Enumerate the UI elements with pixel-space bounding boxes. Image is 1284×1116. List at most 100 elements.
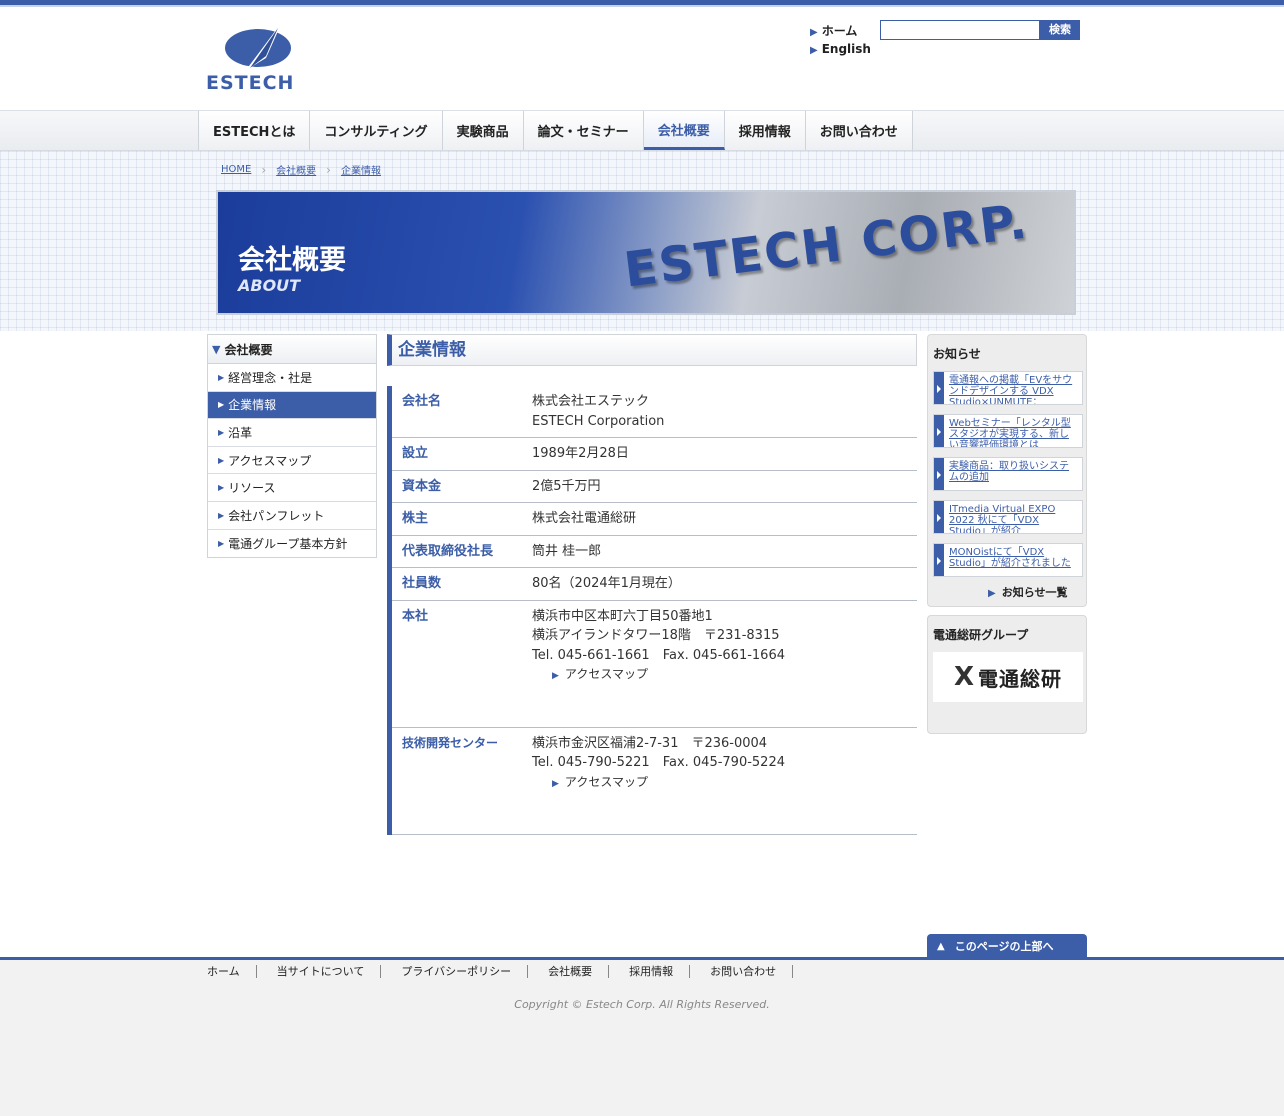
triangle-right-icon: ▶ xyxy=(218,455,225,465)
banner-corp-text: ESTECH CORP. xyxy=(621,193,1032,299)
breadcrumb-company[interactable]: 会社概要 xyxy=(276,162,316,177)
home-link[interactable]: ▶ ホーム xyxy=(810,22,857,39)
breadcrumb-home[interactable]: HOME xyxy=(221,164,251,175)
dentsu-soken-x-icon: X xyxy=(953,662,975,692)
sub-nav-item-label: アクセスマップ xyxy=(228,453,312,468)
triangle-right-icon: ▶ xyxy=(218,427,225,437)
nav-item-papers[interactable]: 論文・セミナー xyxy=(523,111,644,150)
search-input[interactable] xyxy=(880,20,1040,40)
info-label: 資本金 xyxy=(402,478,442,494)
info-line: Tel. 045-790-5221 Fax. 045-790-5224 xyxy=(532,755,785,770)
sub-nav-item-label: 会社パンフレット xyxy=(228,508,325,523)
nav-item-company[interactable]: 会社概要 xyxy=(643,111,725,150)
info-value: 株式会社電通総研 xyxy=(532,511,637,526)
info-label: 本社 xyxy=(402,608,429,624)
info-label: 株主 xyxy=(402,511,429,526)
section-title: 企業情報 xyxy=(387,334,917,366)
news-item[interactable]: 電通報への掲載「EVをサウンドデザインする VDX Studio×UNMUTE： xyxy=(933,371,1083,405)
info-line: 株式会社エステック xyxy=(532,394,650,409)
dentsu-soken-logo[interactable]: X 電通総研 xyxy=(933,652,1083,702)
info-label: 設立 xyxy=(402,446,429,461)
info-row-established: 設立 1989年2月28日 xyxy=(392,438,917,471)
sub-nav-item-history[interactable]: ▶ 沿革 xyxy=(208,419,376,447)
access-map-link-tech[interactable]: ▶ アクセスマップ xyxy=(552,773,785,795)
footer-link-recruit[interactable]: 採用情報 xyxy=(629,965,691,978)
triangle-right-icon: ▶ xyxy=(810,45,818,56)
search-button[interactable]: 検索 xyxy=(1040,20,1080,40)
english-link[interactable]: ▶ English xyxy=(810,42,871,56)
news-item-text: Webセミナー「レンタル型スタジオが実現する、新しい音響評価環境とは xyxy=(949,418,1071,447)
nav-item-about-estech[interactable]: ESTECHとは xyxy=(199,111,311,150)
sub-nav-heading-label: 会社概要 xyxy=(224,342,273,357)
group-logo-name: 電通総研 xyxy=(978,666,1063,691)
info-value: 2億5千万円 xyxy=(532,478,601,494)
sub-nav: ▼ 会社概要 ▶ 経営理念・社是 ▶ 企業情報 ▶ 沿革 ▶ アクセスマップ ▶ リソース … xyxy=(207,334,377,559)
footer-link-about-site[interactable]: 当サイトについて xyxy=(277,965,382,978)
info-row-capital: 資本金 2億5千万円 xyxy=(392,471,917,503)
triangle-right-icon: ▶ xyxy=(218,510,225,520)
sub-nav-item-company-info[interactable]: ▶ 企業情報 xyxy=(208,391,376,420)
footer-link-privacy[interactable]: プライバシーポリシー xyxy=(401,965,529,978)
news-panel: お知らせ 電通報への掲載「EVをサウンドデザインする VDX Studio×UN… xyxy=(927,334,1087,607)
footer-link-contact[interactable]: お問い合わせ xyxy=(710,965,794,978)
info-value: 株式会社エステック ESTECH Corporation xyxy=(532,392,664,431)
nav-item-recruit[interactable]: 採用情報 xyxy=(724,111,806,150)
access-map-link-hq[interactable]: ▶ アクセスマップ xyxy=(552,665,785,687)
sub-nav-item-label: 電通グループ基本方針 xyxy=(228,536,348,551)
group-panel: 電通総研グループ X 電通総研 xyxy=(927,615,1087,734)
news-item[interactable]: Webセミナー「レンタル型スタジオが実現する、新しい音響評価環境とは xyxy=(933,414,1083,448)
copyright: Copyright © Estech Corp. All Rights Rese… xyxy=(514,998,770,1011)
sub-nav-item-philosophy[interactable]: ▶ 経営理念・社是 xyxy=(208,364,376,392)
page-banner: 会社概要 ABOUT ESTECH CORP. xyxy=(216,190,1076,315)
group-title: 電通総研グループ xyxy=(933,628,1029,642)
global-nav: ESTECHとは コンサルティング 実験商品 論文・セミナー 会社概要 採用情報… xyxy=(198,111,913,150)
access-map-label: アクセスマップ xyxy=(564,774,648,789)
banner-title: 会社概要 xyxy=(238,245,346,276)
triangle-right-icon: ▶ xyxy=(218,483,225,493)
info-value: 横浜市中区本町六丁目50番地1 横浜アイランドタワー18階 〒231-8315 … xyxy=(532,607,785,721)
news-item[interactable]: ITmedia Virtual EXPO 2022 秋にて「VDX Studio… xyxy=(933,500,1083,534)
footer-line xyxy=(0,957,1284,960)
info-line: 横浜市金沢区福浦2-7-31 〒236-0004 xyxy=(532,735,768,751)
footer-link-company[interactable]: 会社概要 xyxy=(548,965,610,978)
info-row-employees: 社員数 80名（2024年1月現在） xyxy=(392,568,917,601)
triangle-up-icon: ▲ xyxy=(937,940,945,952)
news-all-label: お知らせ一覧 xyxy=(1001,586,1068,599)
sub-nav-item-access-map[interactable]: ▶ アクセスマップ xyxy=(208,447,376,475)
info-value: 横浜市金沢区福浦2-7-31 〒236-0004 Tel. 045-790-52… xyxy=(532,734,785,828)
triangle-right-icon: ▶ xyxy=(552,778,559,789)
footer-link-home[interactable]: ホーム xyxy=(207,965,257,978)
news-item-text: 実験商品：取り扱いシステムの追加 xyxy=(949,461,1069,483)
news-item[interactable]: MONOistにて「VDX Studio」が紹介されました xyxy=(933,543,1083,577)
info-line: Tel. 045-661-1661 Fax. 045-661-1664 xyxy=(532,647,785,663)
breadcrumb-current[interactable]: 企業情報 xyxy=(341,162,381,177)
sub-nav-item-label: 沿革 xyxy=(228,425,253,440)
sub-nav-item-label: 企業情報 xyxy=(228,398,277,413)
logo-text: ESTECH xyxy=(206,72,295,94)
sub-nav-item-resources[interactable]: ▶ リソース xyxy=(208,474,376,502)
info-label: 技術開発センター xyxy=(402,735,499,750)
info-row-shareholder: 株主 株式会社電通総研 xyxy=(392,503,917,536)
info-row-tech-center: 技術開発センター 横浜市金沢区福浦2-7-31 〒236-0004 Tel. 0… xyxy=(392,728,917,835)
sub-nav-item-label: 経営理念・社是 xyxy=(228,370,313,385)
info-line: 横浜市中区本町六丁目50番地1 xyxy=(532,608,713,624)
sub-nav-item-pamphlet[interactable]: ▶ 会社パンフレット xyxy=(208,502,376,530)
info-value: 筒井 桂一郎 xyxy=(532,543,602,559)
info-label: 社員数 xyxy=(402,576,442,591)
nav-item-contact[interactable]: お問い合わせ xyxy=(805,111,913,150)
nav-item-consulting[interactable]: コンサルティング xyxy=(310,111,443,150)
info-label: 代表取締役社長 xyxy=(402,543,494,559)
triangle-right-icon: ▶ xyxy=(218,538,225,548)
nav-item-products[interactable]: 実験商品 xyxy=(442,111,524,150)
arrow-right-icon xyxy=(934,501,944,533)
news-item-text: ITmedia Virtual EXPO 2022 秋にて「VDX Studio… xyxy=(949,504,1056,533)
news-all-link[interactable]: ▶ お知らせ一覧 xyxy=(988,584,1067,600)
triangle-right-icon: ▶ xyxy=(218,372,225,382)
page-top-label: このページの上部へ xyxy=(954,940,1054,953)
news-item[interactable]: 実験商品：取り扱いシステムの追加 xyxy=(933,457,1083,491)
news-title: お知らせ xyxy=(933,347,981,361)
info-row-president: 代表取締役社長 筒井 桂一郎 xyxy=(392,536,917,568)
sub-nav-item-group-policy[interactable]: ▶ 電通グループ基本方針 xyxy=(208,530,376,558)
page-top-button[interactable]: ▲ このページの上部へ xyxy=(927,934,1087,958)
info-line: ESTECH Corporation xyxy=(532,413,665,429)
